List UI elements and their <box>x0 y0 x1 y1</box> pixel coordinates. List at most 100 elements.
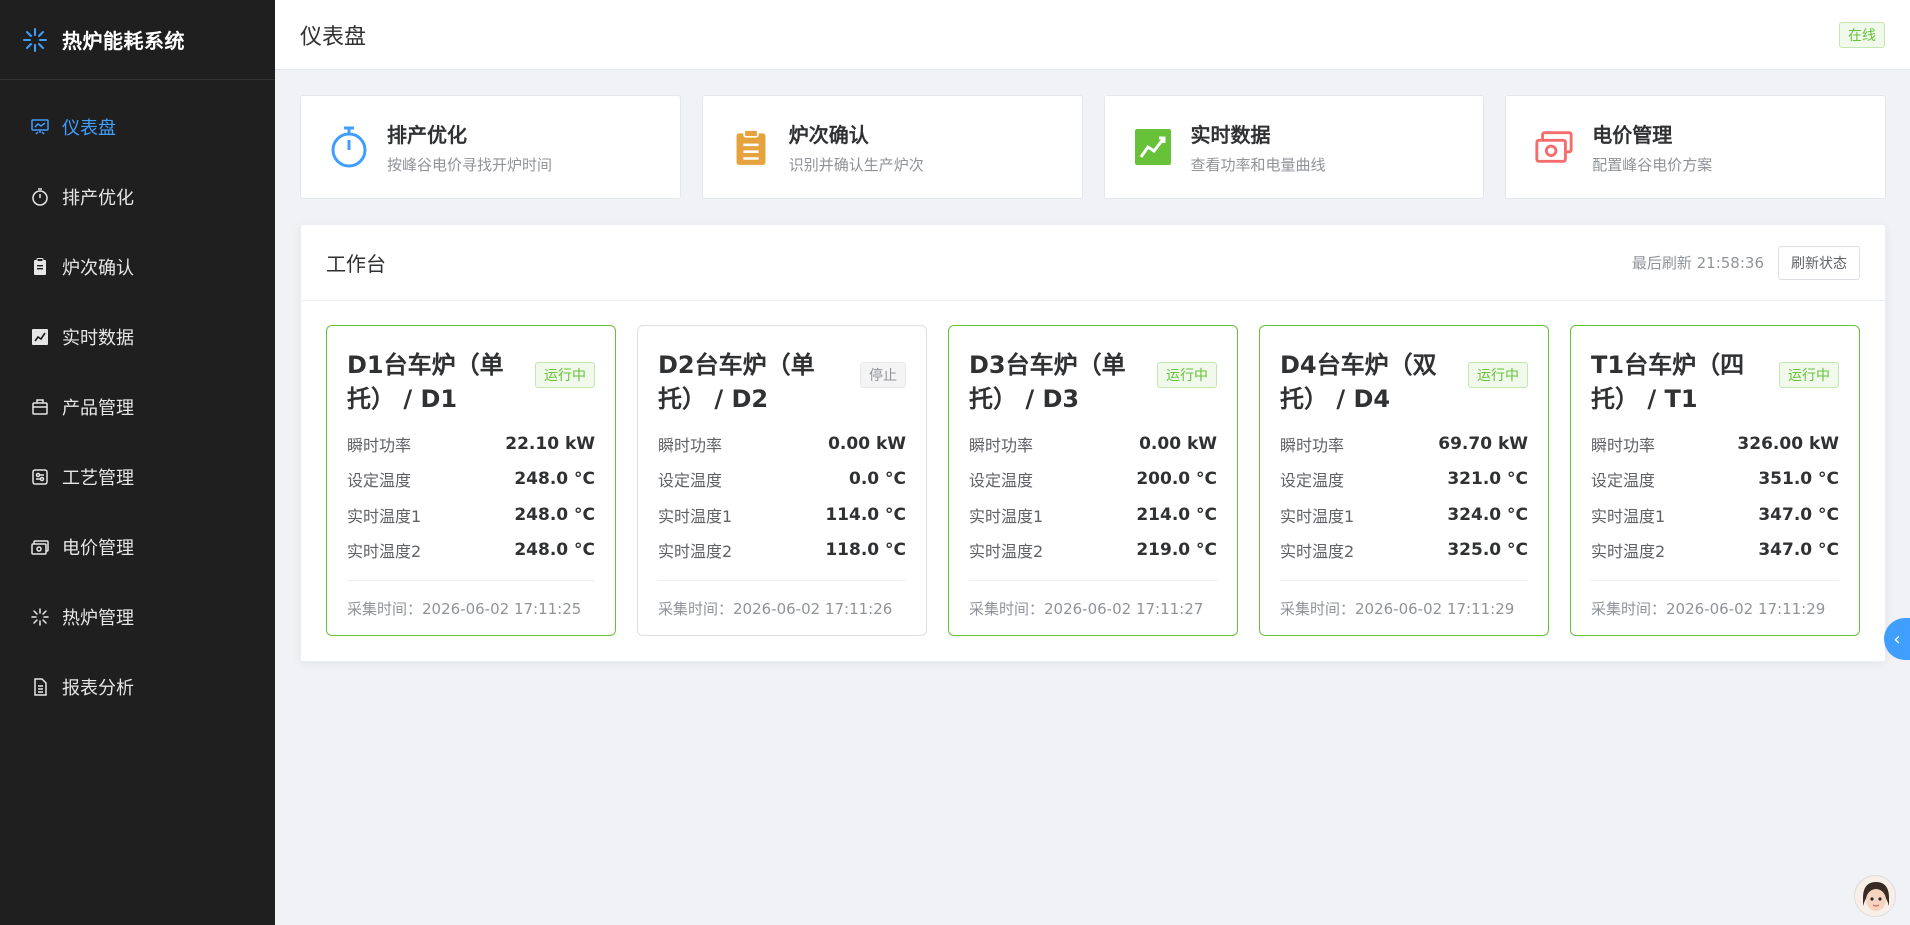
temp1-label: 实时温度1 <box>1591 506 1666 526</box>
furnace-card-d2[interactable]: D2台车炉（单托） / D2 停止 瞬时功率 0.00 kW 设定温度 0.0 °C… <box>637 325 927 636</box>
temp2-value: 219.0 °C <box>1136 540 1217 561</box>
sidebar: 热炉能耗系统 仪表盘 排产优化 炉次确认 实时数据 产品管理 工艺管理 电价管理… <box>0 0 275 925</box>
power-label: 瞬时功率 <box>969 435 1034 455</box>
sidebar-item-label: 电价管理 <box>62 538 134 559</box>
temp2-label: 实时温度2 <box>347 542 422 562</box>
sidebar-item-batch-confirm[interactable]: 炉次确认 <box>0 232 275 302</box>
chevron-left-icon: ‹ <box>1893 628 1901 650</box>
shortcut-title: 实时数据 <box>1190 123 1271 147</box>
trend-chart-icon <box>1133 124 1173 170</box>
temp2-value: 118.0 °C <box>825 540 906 561</box>
furnace-status-badge: 运行中 <box>535 362 595 388</box>
sidebar-item-label: 炉次确认 <box>62 258 134 279</box>
power-label: 瞬时功率 <box>1591 435 1656 455</box>
furnace-card-d4[interactable]: D4台车炉（双托） / D4 运行中 瞬时功率 69.70 kW 设定温度 321.… <box>1259 325 1549 636</box>
temp1-label: 实时温度1 <box>347 506 422 526</box>
sidebar-item-label: 热炉管理 <box>62 608 134 629</box>
status-badge: 在线 <box>1839 21 1885 48</box>
shortcut-pricing[interactable]: 电价管理 配置峰谷电价方案 <box>1505 95 1886 199</box>
avatar-face-icon <box>1855 876 1895 916</box>
furnace-card-t1[interactable]: T1台车炉（四托） / T1 运行中 瞬时功率 326.00 kW 设定温度 351… <box>1570 325 1860 636</box>
temp1-value: 324.0 °C <box>1447 504 1528 525</box>
workbench-panel: 工作台 最后刷新 21:58:36 刷新状态 D1台车炉（单托） / D1 运行… <box>300 224 1886 662</box>
refresh-status-button[interactable]: 刷新状态 <box>1778 245 1860 280</box>
temp2-label: 实时温度2 <box>1591 542 1666 562</box>
shortcut-cards: 排产优化 按峰谷电价寻找开炉时间 炉次确认 识别并确认生产炉次 实时数据 查看功… <box>300 95 1886 199</box>
collect-time: 采集时间：2026-06-02 17:11:29 <box>1280 580 1528 635</box>
money-icon <box>1534 124 1574 170</box>
furnace-cards: D1台车炉（单托） / D1 运行中 瞬时功率 22.10 kW 设定温度 248.… <box>301 301 1885 636</box>
temp2-value: 248.0 °C <box>514 540 595 561</box>
set-temp-label: 设定温度 <box>658 471 723 491</box>
power-value: 326.00 kW <box>1737 433 1839 454</box>
sidebar-item-label: 报表分析 <box>62 678 134 699</box>
furnace-status-badge: 运行中 <box>1779 362 1839 388</box>
set-temp-value: 248.0 °C <box>514 469 595 490</box>
burst-logo-icon <box>22 27 48 53</box>
shortcut-subtitle: 识别并确认生产炉次 <box>788 156 924 174</box>
collect-time: 采集时间：2026-06-02 17:11:29 <box>1591 580 1839 635</box>
power-value: 0.00 kW <box>1139 433 1217 454</box>
temp2-label: 实时温度2 <box>658 542 733 562</box>
sidebar-item-furnaces[interactable]: 热炉管理 <box>0 582 275 652</box>
temp2-label: 实时温度2 <box>1280 542 1355 562</box>
temp1-value: 347.0 °C <box>1758 504 1839 525</box>
temp1-value: 114.0 °C <box>825 504 906 525</box>
sidebar-item-realtime-data[interactable]: 实时数据 <box>0 302 275 372</box>
collect-time: 采集时间：2026-06-02 17:11:25 <box>347 580 595 635</box>
sidebar-item-pricing[interactable]: 电价管理 <box>0 512 275 582</box>
sidebar-item-dashboard[interactable]: 仪表盘 <box>0 92 275 162</box>
furnace-name: D4台车炉（双托） / D4 <box>1280 351 1437 413</box>
power-label: 瞬时功率 <box>347 435 412 455</box>
power-value: 69.70 kW <box>1438 433 1528 454</box>
box-icon <box>30 397 50 417</box>
shortcut-scheduling[interactable]: 排产优化 按峰谷电价寻找开炉时间 <box>300 95 681 199</box>
shortcut-title: 排产优化 <box>387 123 467 147</box>
trend-chart-icon <box>30 327 50 347</box>
temp1-label: 实时温度1 <box>1280 506 1355 526</box>
furnace-card-d1[interactable]: D1台车炉（单托） / D1 运行中 瞬时功率 22.10 kW 设定温度 248.… <box>326 325 616 636</box>
furnace-status-badge: 运行中 <box>1157 362 1217 388</box>
shortcut-realtime-data[interactable]: 实时数据 查看功率和电量曲线 <box>1103 95 1485 199</box>
brand[interactable]: 热炉能耗系统 <box>0 0 275 80</box>
sidebar-item-label: 排产优化 <box>62 188 134 209</box>
sidebar-item-label: 实时数据 <box>62 328 134 349</box>
set-temp-value: 351.0 °C <box>1758 469 1839 490</box>
temp2-label: 实时温度2 <box>969 542 1044 562</box>
clipboard-icon <box>30 257 50 277</box>
workbench-header: 工作台 最后刷新 21:58:36 刷新状态 <box>301 225 1885 301</box>
shortcut-batch-confirm[interactable]: 炉次确认 识别并确认生产炉次 <box>701 95 1083 199</box>
set-temp-label: 设定温度 <box>1280 471 1345 491</box>
sidebar-item-products[interactable]: 产品管理 <box>0 372 275 442</box>
workbench-title: 工作台 <box>326 252 386 276</box>
temp2-value: 347.0 °C <box>1758 540 1839 561</box>
set-temp-label: 设定温度 <box>1591 471 1656 491</box>
document-icon <box>30 677 50 697</box>
presentation-board-icon <box>30 117 50 137</box>
clipboard-icon <box>731 124 771 170</box>
power-value: 22.10 kW <box>505 433 595 454</box>
sidebar-item-scheduling[interactable]: 排产优化 <box>0 162 275 232</box>
collect-time: 采集时间：2026-06-02 17:11:27 <box>969 580 1217 635</box>
sidebar-item-label: 产品管理 <box>62 398 134 419</box>
last-refresh-time: 最后刷新 21:58:36 <box>1631 254 1764 272</box>
set-temp-label: 设定温度 <box>969 471 1034 491</box>
furnace-status-badge: 运行中 <box>1468 362 1528 388</box>
sidebar-nav: 仪表盘 排产优化 炉次确认 实时数据 产品管理 工艺管理 电价管理 热炉管理 报… <box>0 80 275 722</box>
stopwatch-icon <box>30 187 50 207</box>
furnace-card-d3[interactable]: D3台车炉（单托） / D3 运行中 瞬时功率 0.00 kW 设定温度 200.0… <box>948 325 1238 636</box>
power-label: 瞬时功率 <box>658 435 723 455</box>
set-temp-value: 321.0 °C <box>1447 469 1528 490</box>
assistant-avatar[interactable] <box>1854 875 1896 917</box>
furnace-name: D2台车炉（单托） / D2 <box>658 351 815 413</box>
temp1-value: 248.0 °C <box>514 504 595 525</box>
collapse-panel-button[interactable]: ‹ <box>1884 618 1910 660</box>
furnace-name: T1台车炉（四托） / T1 <box>1591 351 1745 413</box>
furnace-status-badge: 停止 <box>860 362 906 388</box>
temp1-label: 实时温度1 <box>658 506 733 526</box>
power-value: 0.00 kW <box>828 433 906 454</box>
sidebar-item-reports[interactable]: 报表分析 <box>0 652 275 722</box>
top-header: 仪表盘 在线 <box>275 0 1910 70</box>
shortcut-subtitle: 配置峰谷电价方案 <box>1592 156 1713 174</box>
sidebar-item-process[interactable]: 工艺管理 <box>0 442 275 512</box>
